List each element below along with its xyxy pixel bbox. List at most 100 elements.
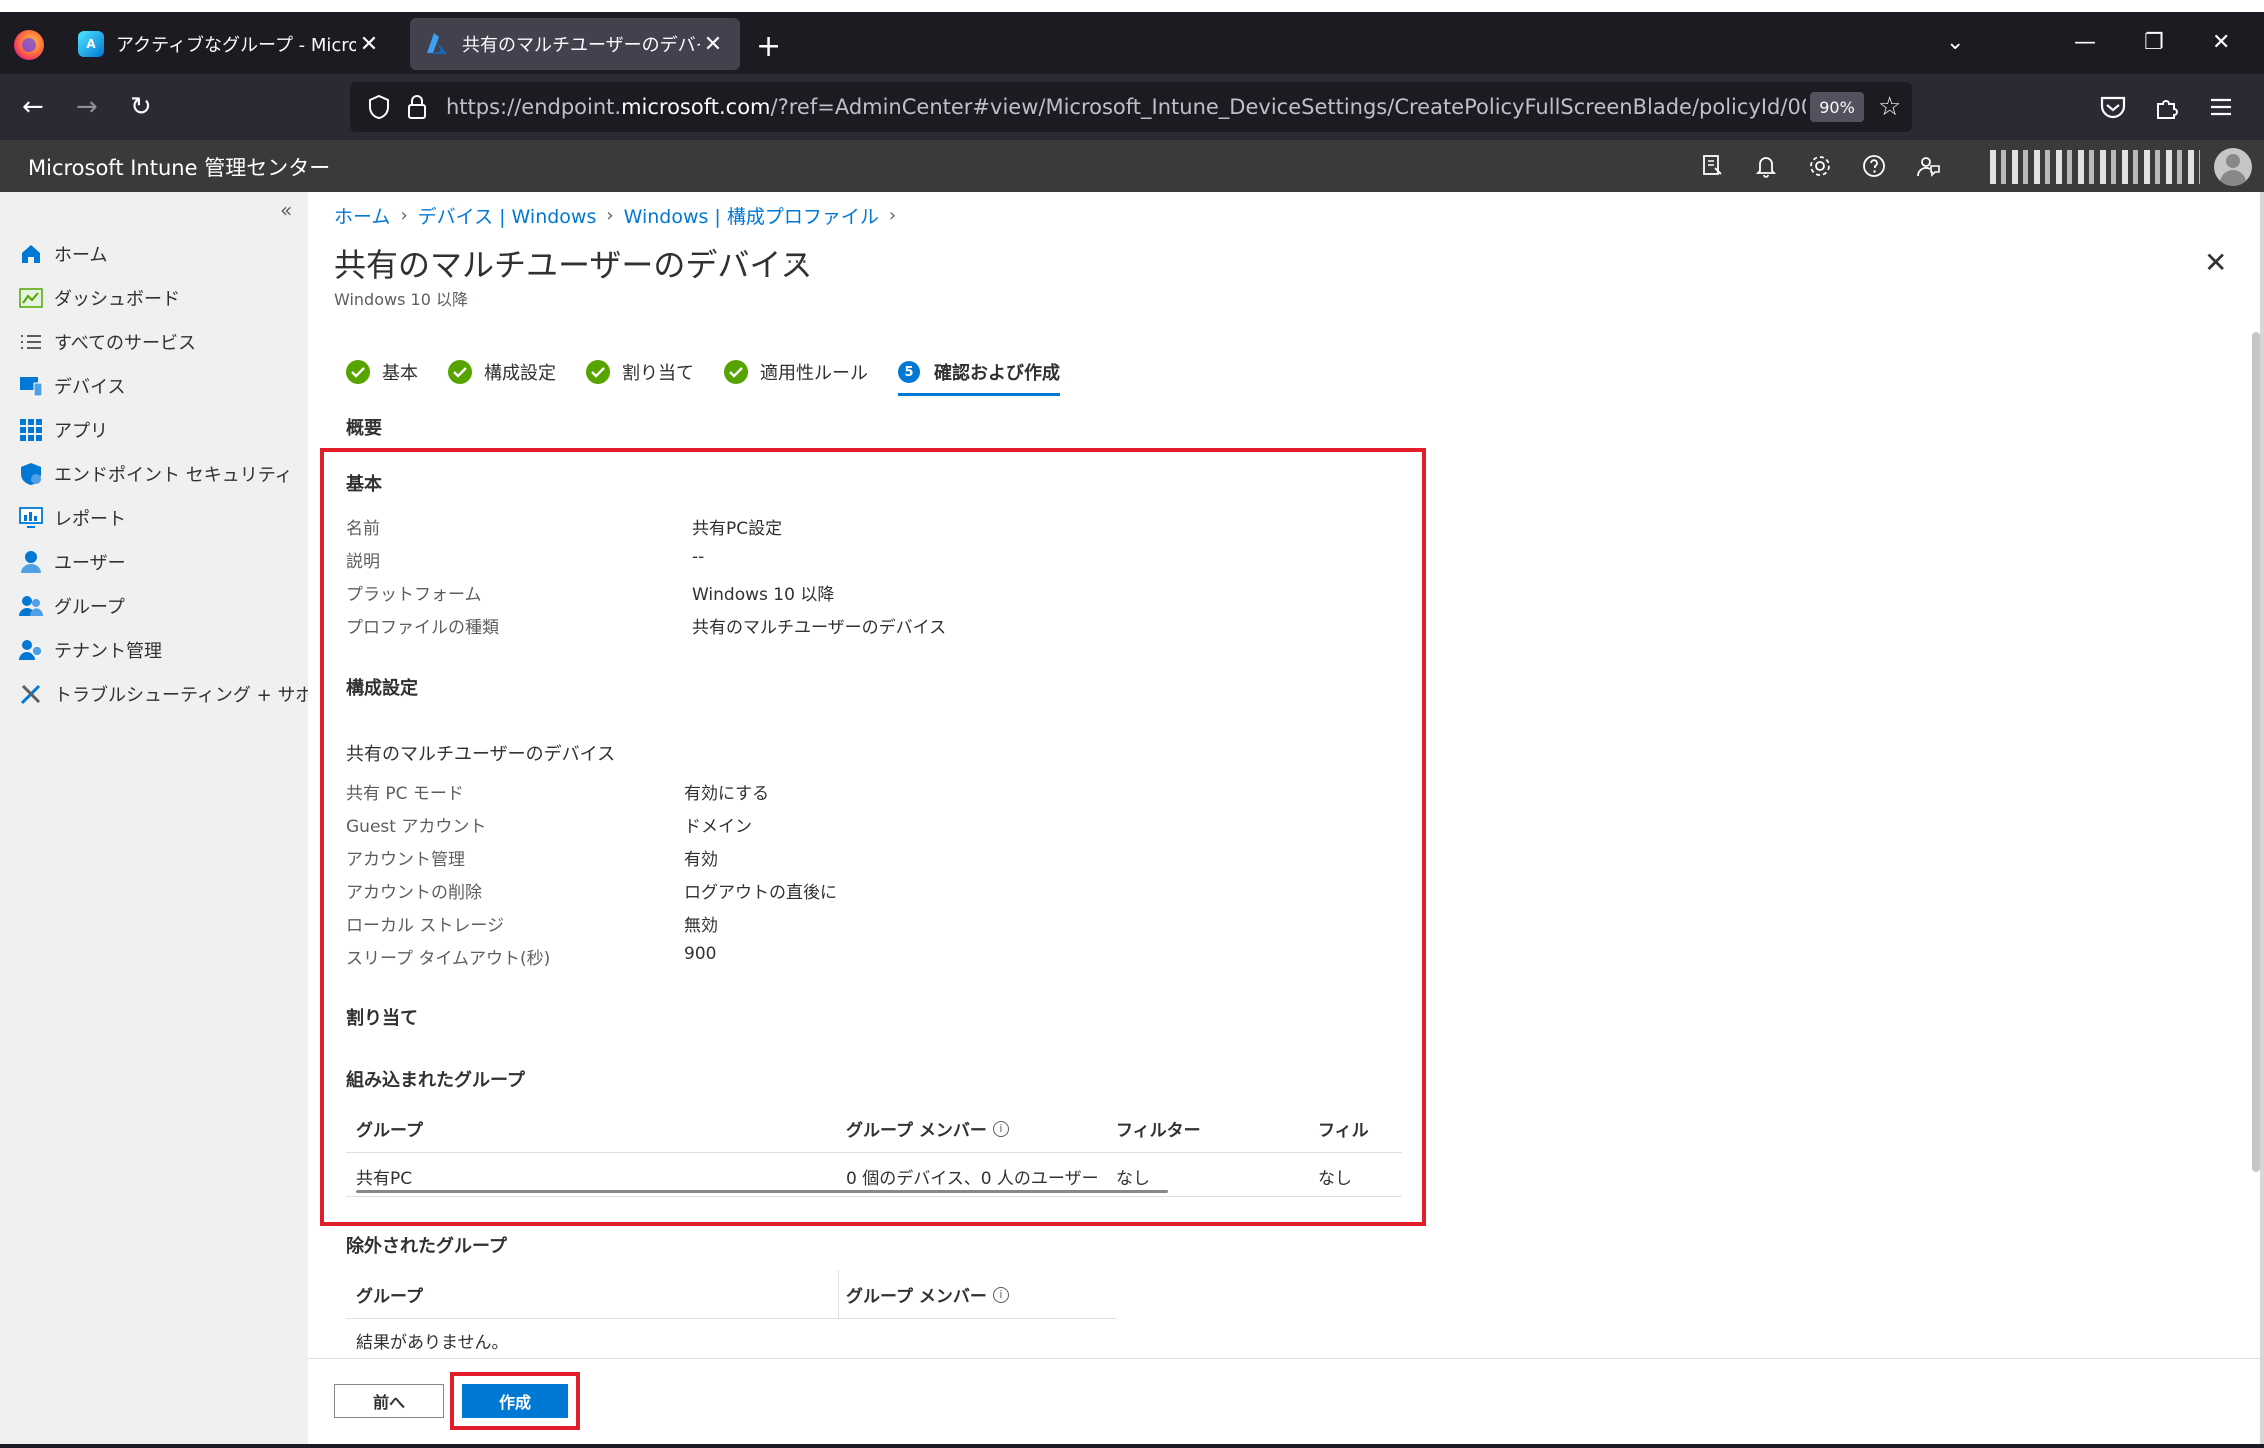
minimize-icon[interactable]: — xyxy=(2074,30,2096,55)
col-header-group[interactable]: グループ xyxy=(356,1116,423,1141)
app-title[interactable]: Microsoft Intune 管理センター xyxy=(28,152,330,182)
url-domain: microsoft.com xyxy=(621,95,771,119)
window-top-strip xyxy=(0,0,2264,12)
page-title: 共有のマルチユーザーのデバイス xyxy=(334,246,813,284)
basics-key-platform: プラットフォーム xyxy=(346,585,482,605)
menu-hamburger-icon[interactable] xyxy=(2204,90,2238,124)
basics-value-description: -- xyxy=(692,547,705,567)
sidebar-item-home[interactable]: ホーム xyxy=(18,236,107,272)
sidebar-item-users[interactable]: ユーザー xyxy=(18,544,126,580)
settings-gear-icon[interactable] xyxy=(1806,152,1834,180)
back-arrow-icon[interactable]: ← xyxy=(22,92,44,122)
azure-icon xyxy=(424,31,450,57)
forward-arrow-icon[interactable]: → xyxy=(76,92,98,122)
table-row-divider xyxy=(346,1196,1402,1197)
window-close-icon[interactable]: ✕ xyxy=(2212,30,2230,55)
step-number-badge: 5 xyxy=(898,361,920,383)
row-filter: なし xyxy=(1116,1169,1150,1189)
config-key-guest-account: Guest アカウント xyxy=(346,817,487,837)
sidebar-item-all-services[interactable]: すべてのサービス xyxy=(18,324,196,360)
sidebar-item-label: アプリ xyxy=(54,421,108,442)
horizontal-scrollbar[interactable] xyxy=(356,1190,1168,1193)
step-review-create[interactable]: 5 確認および作成 xyxy=(898,352,1060,396)
sidebar-item-label: レポート xyxy=(54,509,126,530)
sidebar-item-groups[interactable]: グループ xyxy=(18,588,125,624)
sidebar-item-tenant-admin[interactable]: テナント管理 xyxy=(18,632,162,668)
account-name-redacted[interactable] xyxy=(1990,150,2200,184)
step-label: 構成設定 xyxy=(484,363,556,384)
step-basics[interactable]: 基本 xyxy=(346,352,418,392)
close-blade-icon[interactable]: ✕ xyxy=(2204,246,2227,279)
sidebar-item-devices[interactable]: デバイス xyxy=(18,368,125,404)
pocket-icon[interactable] xyxy=(2096,90,2130,124)
url-text[interactable]: https://endpoint.microsoft.com/?ref=Admi… xyxy=(446,95,1806,119)
col-header-label: フィル xyxy=(1318,1121,1369,1141)
firefox-logo-icon[interactable] xyxy=(14,30,44,60)
sidebar-item-troubleshooting[interactable]: トラブルシューティング + サポート xyxy=(18,676,349,712)
row-group-name[interactable]: 共有PC xyxy=(356,1164,412,1189)
sidebar-item-dashboard[interactable]: ダッシュボード xyxy=(18,280,180,316)
step-label: 適用性ルール xyxy=(760,363,868,384)
help-question-icon[interactable] xyxy=(1860,152,1888,180)
step-applicability-rules[interactable]: 適用性ルール xyxy=(724,352,868,392)
remote-help-icon[interactable] xyxy=(1698,152,1726,180)
bookmark-star-icon[interactable]: ☆ xyxy=(1878,92,1908,122)
feedback-icon[interactable] xyxy=(1914,152,1942,180)
tab-list-chevron-icon[interactable]: ⌄ xyxy=(1946,30,1964,55)
basics-value-name: 共有PC設定 xyxy=(692,519,783,539)
col-header-filter[interactable]: フィルター xyxy=(1116,1116,1201,1141)
basics-heading: 基本 xyxy=(346,474,382,495)
browser-tab-shared-device[interactable]: 共有のマルチユーザーのデバイス - Microsoft ✕ xyxy=(410,18,740,70)
restore-icon[interactable]: ❐ xyxy=(2144,30,2164,55)
info-icon[interactable]: i xyxy=(992,1286,1009,1303)
no-results-text: 結果がありません。 xyxy=(356,1333,509,1353)
group-icon xyxy=(18,593,44,619)
more-options-icon[interactable]: … xyxy=(786,244,808,269)
sidebar-item-endpoint-security[interactable]: エンドポイント セキュリティ xyxy=(18,456,293,492)
step-assignments[interactable]: 割り当て xyxy=(586,352,694,392)
browser-tab-active-groups[interactable]: A アクティブなグループ - Microsoft 365 ✕ xyxy=(64,18,396,70)
config-value-account-deletion: ログアウトの直後に xyxy=(684,883,837,903)
info-icon[interactable]: i xyxy=(992,1120,1009,1137)
breadcrumb-devices-windows[interactable]: デバイス | Windows xyxy=(418,202,597,229)
sidebar-item-reports[interactable]: レポート xyxy=(18,500,126,536)
reload-icon[interactable]: ↻ xyxy=(130,92,152,122)
included-groups-heading: 組み込まれたグループ xyxy=(346,1070,525,1091)
basics-value-platform: Windows 10 以降 xyxy=(692,585,835,605)
create-button[interactable]: 作成 xyxy=(462,1384,568,1418)
breadcrumb-home[interactable]: ホーム xyxy=(334,202,390,229)
zoom-level-badge[interactable]: 90% xyxy=(1810,92,1864,122)
list-icon xyxy=(18,329,44,355)
tab-close-icon[interactable]: ✕ xyxy=(700,32,726,57)
config-key-shared-pc-mode: 共有 PC モード xyxy=(346,784,464,804)
previous-button[interactable]: 前へ xyxy=(334,1384,444,1418)
chevron-right-icon: › xyxy=(400,205,408,226)
collapse-sidebar-icon[interactable]: « xyxy=(280,198,292,222)
wizard-steps: 基本 構成設定 割り当て 適用性ルール 5 確認および作成 xyxy=(346,352,1090,396)
sidebar-item-label: ダッシュボード xyxy=(54,289,180,310)
col-header-filter-mode[interactable]: フィル xyxy=(1318,1116,1370,1141)
vertical-scrollbar[interactable] xyxy=(2252,332,2260,1172)
sidebar-item-label: エンドポイント セキュリティ xyxy=(54,465,293,486)
excluded-col-header-group-members[interactable]: グループ メンバー i xyxy=(846,1282,1009,1307)
col-header-group-members[interactable]: グループ メンバー i xyxy=(846,1116,1009,1141)
basics-value-profile-type: 共有のマルチユーザーのデバイス xyxy=(692,618,947,638)
col-header-label: フィルター xyxy=(1116,1121,1201,1141)
avatar[interactable] xyxy=(2214,148,2252,186)
breadcrumb-config-profiles[interactable]: Windows | 構成プロファイル xyxy=(624,202,879,229)
tab-close-icon[interactable]: ✕ xyxy=(356,32,382,57)
excluded-col-header-group[interactable]: グループ xyxy=(356,1282,423,1307)
url-bar[interactable]: https://endpoint.microsoft.com/?ref=Admi… xyxy=(350,82,1912,132)
lock-icon[interactable] xyxy=(406,94,428,120)
sidebar-item-apps[interactable]: アプリ xyxy=(18,412,108,448)
extensions-icon[interactable] xyxy=(2150,90,2184,124)
apps-grid-icon xyxy=(18,417,44,443)
notifications-bell-icon[interactable] xyxy=(1752,152,1780,180)
table-header-divider xyxy=(346,1318,1116,1319)
tracking-shield-icon[interactable] xyxy=(366,94,392,120)
config-heading: 構成設定 xyxy=(346,678,418,699)
new-tab-icon[interactable]: + xyxy=(756,32,781,62)
tab-title: アクティブなグループ - Microsoft 365 xyxy=(116,35,356,56)
sidebar: « ホーム ダッシュボード すべてのサービス デバイス アプリ エンドポイント … xyxy=(0,192,349,1448)
step-configuration[interactable]: 構成設定 xyxy=(448,352,556,392)
